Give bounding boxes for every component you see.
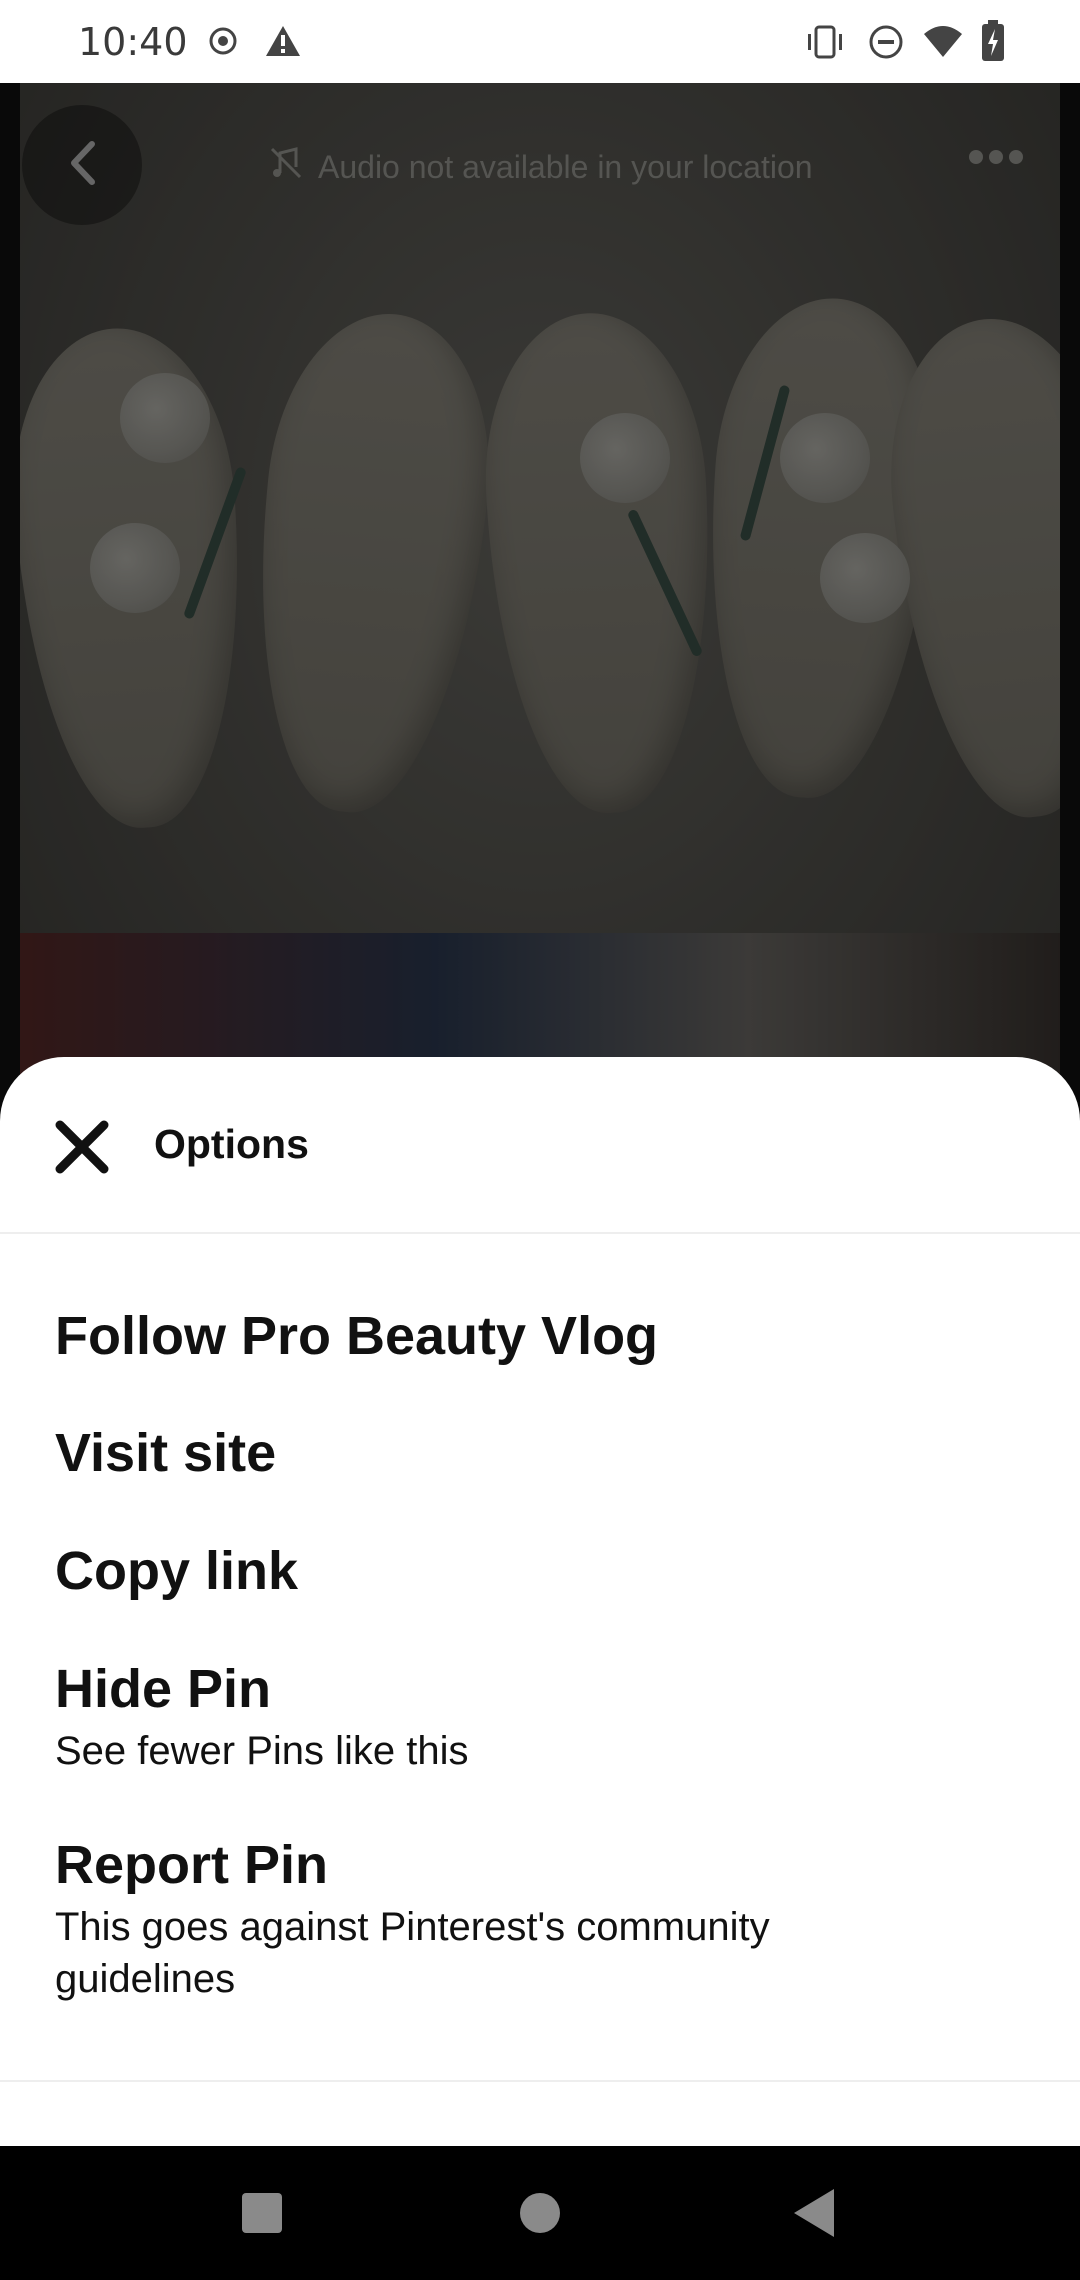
- option-label: Hide Pin: [55, 1659, 272, 1719]
- option-follow[interactable]: Follow Pro Beauty Vlog: [55, 1304, 1040, 1368]
- sheet-header: Options: [0, 1057, 1080, 1234]
- home-circle-icon: [518, 2193, 562, 2239]
- sheet-divider: [0, 2080, 1080, 2082]
- option-label: Report Pin: [55, 1835, 329, 1895]
- back-triangle-icon: [792, 2189, 836, 2243]
- record-icon: [208, 26, 238, 61]
- status-time: 10:40: [78, 20, 188, 64]
- recents-button[interactable]: [240, 2191, 284, 2240]
- vibrate-icon: [804, 24, 846, 65]
- sheet-title: Options: [154, 1121, 309, 1167]
- option-report-pin[interactable]: Report Pin This goes against Pinterest's…: [55, 1833, 930, 2005]
- system-nav-bar: [0, 2146, 1080, 2280]
- option-sublabel: See fewer Pins like this: [55, 1729, 469, 1773]
- do-not-disturb-icon: [868, 24, 904, 65]
- battery-charging-icon: [980, 20, 1006, 67]
- back-nav-button[interactable]: [792, 2187, 836, 2244]
- wifi-icon: [922, 24, 964, 65]
- option-label: Visit site: [55, 1423, 277, 1483]
- close-button[interactable]: [52, 1117, 112, 1177]
- option-copy-link[interactable]: Copy link: [55, 1539, 1040, 1603]
- options-sheet: Options Follow Pro Beauty Vlog Visit sit…: [0, 1057, 1080, 2146]
- option-label: Follow Pro Beauty Vlog: [55, 1306, 659, 1366]
- option-hide-pin[interactable]: Hide Pin See fewer Pins like this: [55, 1657, 1040, 1777]
- status-bar: 10:40: [0, 0, 1080, 83]
- warning-icon: [264, 24, 302, 63]
- recents-square-icon: [240, 2193, 284, 2239]
- option-visit-site[interactable]: Visit site: [55, 1421, 1040, 1485]
- option-label: Copy link: [55, 1541, 299, 1601]
- home-button[interactable]: [518, 2191, 562, 2240]
- option-sublabel: This goes against Pinterest's community …: [55, 1905, 770, 2001]
- close-icon: [52, 1120, 112, 1181]
